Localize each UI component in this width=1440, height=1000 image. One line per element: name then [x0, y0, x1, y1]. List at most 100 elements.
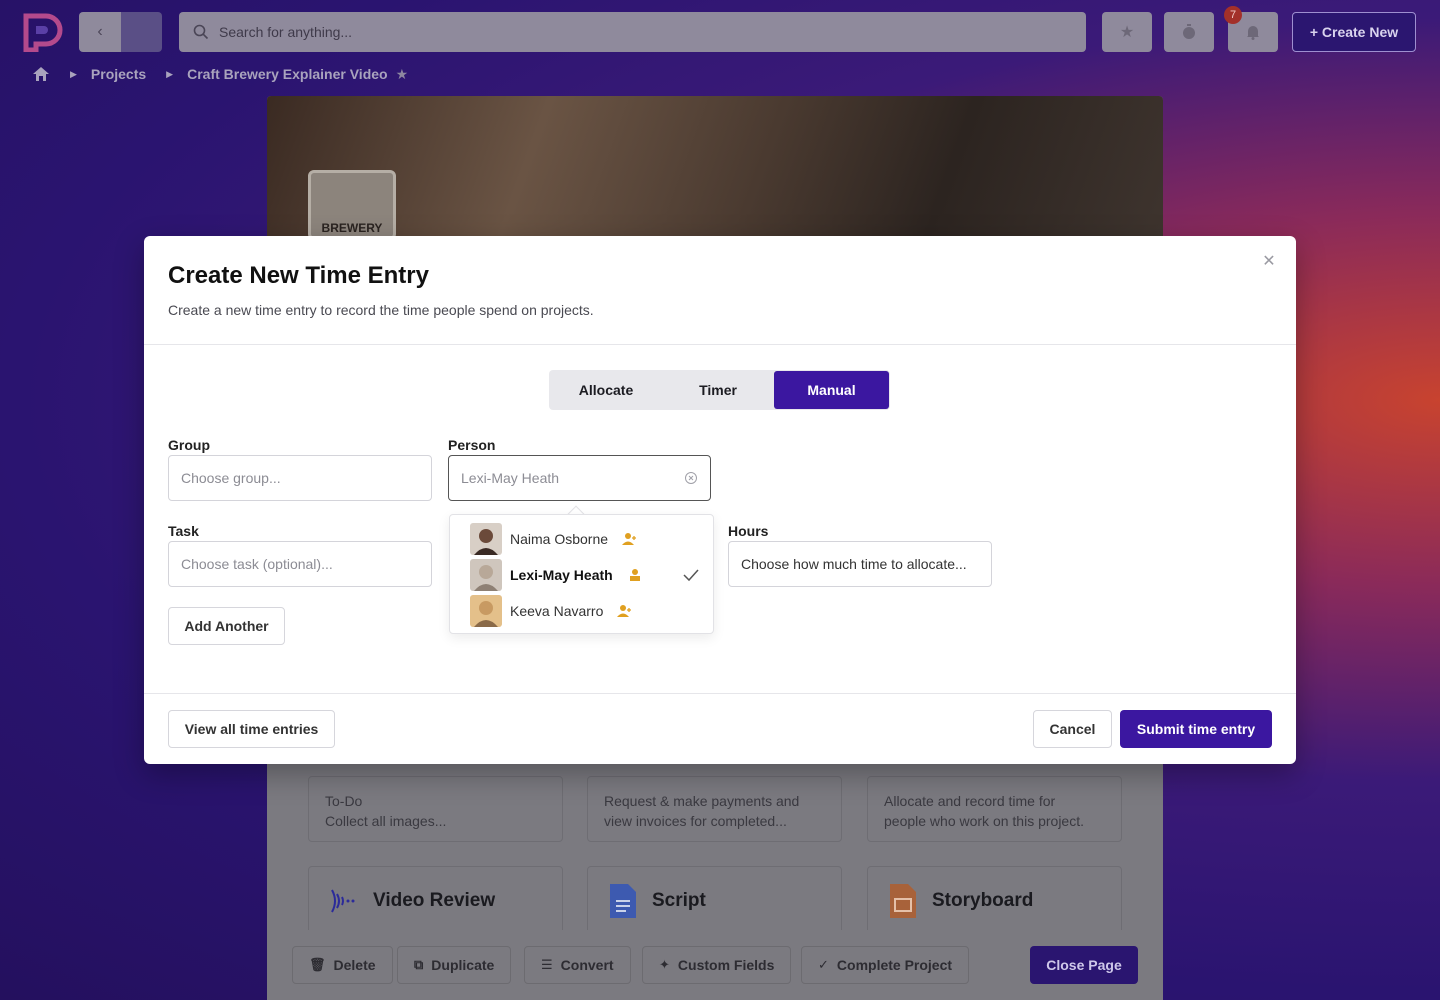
- back-button[interactable]: ‹: [79, 12, 121, 52]
- history-nav: ‹: [79, 12, 162, 52]
- add-person-icon: [617, 605, 632, 617]
- submit-time-entry-button[interactable]: Submit time entry: [1120, 710, 1272, 748]
- tile-line: people who work on this project.: [884, 813, 1084, 829]
- check-icon: [683, 569, 699, 582]
- task-placeholder: Choose task (optional)...: [181, 556, 333, 572]
- delete-button[interactable]: 🗑 Delete: [292, 946, 393, 984]
- home-icon[interactable]: [32, 66, 50, 82]
- custom-fields-button[interactable]: ✦ Custom Fields: [642, 946, 792, 984]
- task-select[interactable]: Choose task (optional)...: [168, 541, 432, 587]
- slides-icon: [890, 884, 916, 918]
- complete-project-label: Complete Project: [836, 957, 953, 973]
- person-option-keeva[interactable]: Keeva Navarro: [450, 593, 713, 629]
- notification-badge: 7: [1224, 6, 1242, 24]
- project-hero-image: [267, 96, 1163, 236]
- search-icon: [193, 24, 209, 40]
- close-page-button[interactable]: Close Page: [1030, 946, 1138, 984]
- person-dropdown: Naima Osborne Lexi-May Heath Keeva Navar…: [449, 514, 714, 634]
- person-option-naima[interactable]: Naima Osborne: [450, 521, 713, 557]
- copy-icon: ⧉: [414, 957, 424, 972]
- delete-label: Delete: [333, 957, 376, 973]
- convert-label: Convert: [560, 957, 614, 973]
- stopwatch-icon: [1183, 24, 1195, 39]
- task-label: Task: [168, 523, 199, 539]
- custom-fields-label: Custom Fields: [677, 957, 775, 973]
- entry-mode-tabs: Allocate Timer Manual: [549, 370, 890, 410]
- cancel-button[interactable]: Cancel: [1033, 710, 1112, 748]
- person-name: Lexi-May Heath: [510, 567, 613, 583]
- favorite-star-icon[interactable]: ★: [396, 66, 409, 83]
- add-another-button[interactable]: Add Another: [168, 607, 285, 645]
- waveform-icon: [331, 889, 355, 913]
- caret-right-icon: ▶: [70, 68, 77, 79]
- person-option-lexi[interactable]: Lexi-May Heath: [450, 557, 713, 593]
- todo-tile[interactable]: To-Do Collect all images...: [308, 776, 563, 842]
- avatar: [470, 523, 502, 555]
- footer-divider: [144, 693, 1296, 694]
- tile-line: To-Do: [325, 793, 363, 809]
- modal-subtitle: Create a new time entry to record the ti…: [168, 302, 594, 318]
- convert-button[interactable]: ☰ Convert: [524, 946, 631, 984]
- app-label: Video Review: [373, 890, 496, 911]
- video-review-tile[interactable]: Video Review: [308, 866, 563, 936]
- person-name: Naima Osborne: [510, 531, 609, 547]
- group-select[interactable]: Choose group...: [168, 455, 432, 501]
- tab-allocate[interactable]: Allocate: [550, 371, 662, 409]
- project-logo-text: BREWERY: [321, 221, 383, 235]
- avatar: [470, 595, 502, 627]
- favorites-button[interactable]: ★: [1102, 12, 1152, 52]
- search-placeholder: Search for anything...: [219, 24, 353, 40]
- check-circle-icon: ✓: [818, 957, 829, 972]
- time-tile[interactable]: Allocate and record time for people who …: [867, 776, 1122, 842]
- breadcrumb: ▶ Projects ▶ Craft Brewery Explainer Vid…: [32, 64, 408, 84]
- person-name: Keeva Navarro: [510, 603, 604, 619]
- forward-button[interactable]: [121, 12, 162, 52]
- group-placeholder: Choose group...: [181, 470, 281, 486]
- clear-icon[interactable]: [684, 471, 698, 485]
- storyboard-tile[interactable]: Storyboard: [867, 866, 1122, 936]
- person-value: Lexi-May Heath: [461, 470, 560, 486]
- top-bar: ‹ Search for anything... ★ 7 + Create Ne…: [0, 0, 1440, 64]
- star-icon: ★: [1119, 24, 1135, 41]
- close-icon[interactable]: ✕: [1260, 252, 1278, 270]
- avatar: [470, 559, 502, 591]
- script-tile[interactable]: Script: [587, 866, 842, 936]
- chevron-left-icon: ‹: [97, 23, 103, 40]
- bell-icon: [1247, 26, 1259, 40]
- document-icon: [610, 884, 636, 918]
- breadcrumb-projects[interactable]: Projects: [91, 66, 146, 82]
- breadcrumb-current: Craft Brewery Explainer Video: [187, 66, 388, 82]
- hours-label: Hours: [728, 523, 769, 539]
- tile-line: Collect all images...: [325, 813, 447, 829]
- trash-icon: 🗑: [309, 957, 326, 972]
- app-logo-icon[interactable]: [22, 12, 64, 52]
- tile-line: view invoices for completed...: [604, 813, 787, 829]
- caret-right-icon: ▶: [166, 68, 174, 79]
- time-entry-modal: Create New Time Entry Create a new time …: [144, 236, 1296, 764]
- hours-placeholder: Choose how much time to allocate...: [741, 556, 967, 572]
- timer-button[interactable]: [1164, 12, 1214, 52]
- header-divider: [144, 344, 1296, 345]
- layers-icon: ☰: [541, 957, 553, 972]
- hours-select[interactable]: Choose how much time to allocate...: [728, 541, 992, 587]
- modal-title: Create New Time Entry: [168, 262, 429, 289]
- tile-line: Allocate and record time for: [884, 793, 1056, 809]
- tile-line: Request & make payments and: [604, 793, 800, 809]
- tab-manual[interactable]: Manual: [774, 371, 889, 409]
- duplicate-label: Duplicate: [431, 957, 495, 973]
- add-person-icon: [622, 533, 637, 545]
- app-label: Storyboard: [932, 890, 1034, 911]
- create-new-button[interactable]: + Create New: [1292, 12, 1416, 52]
- person-select[interactable]: Lexi-May Heath: [448, 455, 711, 501]
- tab-timer[interactable]: Timer: [662, 371, 774, 409]
- project-logo: BREWERY: [308, 170, 396, 240]
- person-badge-icon: [629, 569, 640, 581]
- complete-project-button[interactable]: ✓ Complete Project: [801, 946, 970, 984]
- group-label: Group: [168, 437, 210, 453]
- duplicate-button[interactable]: ⧉ Duplicate: [397, 946, 512, 984]
- app-label: Script: [652, 890, 706, 911]
- view-all-entries-button[interactable]: View all time entries: [168, 710, 335, 748]
- search-bar[interactable]: Search for anything...: [179, 12, 1086, 52]
- sparkle-icon: ✦: [659, 957, 670, 972]
- payments-tile[interactable]: Request & make payments and view invoice…: [587, 776, 842, 842]
